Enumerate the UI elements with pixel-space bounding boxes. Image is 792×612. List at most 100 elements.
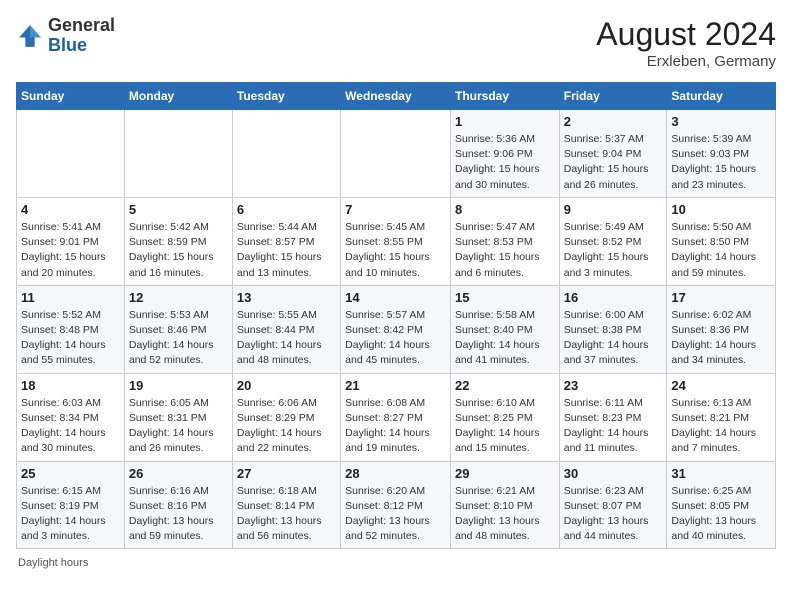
day-number: 3	[671, 114, 771, 129]
title-block: August 2024 Erxleben, Germany	[596, 16, 776, 70]
day-cell: 10 Sunrise: 5:50 AM Sunset: 8:50 PM Dayli…	[667, 197, 776, 285]
day-cell: 26 Sunrise: 6:16 AM Sunset: 8:16 PM Dayli…	[124, 461, 232, 549]
day-cell: 16 Sunrise: 6:00 AM Sunset: 8:38 PM Dayli…	[559, 285, 667, 373]
day-cell: 28Sunrise: 6:20 AM Sunset: 8:12 PM Dayli…	[341, 461, 451, 549]
day-cell: 3 Sunrise: 5:39 AM Sunset: 9:03 PM Daylig…	[667, 110, 776, 198]
col-header-saturday: Saturday	[667, 83, 776, 110]
logo-text: General Blue	[48, 16, 115, 56]
day-info: Sunrise: 6:23 AM Sunset: 8:07 PM Dayligh…	[564, 484, 663, 545]
page-header: General Blue August 2024 Erxleben, Germa…	[16, 16, 776, 70]
day-number: 14	[345, 290, 446, 305]
day-info: Sunrise: 5:36 AM Sunset: 9:06 PM Dayligh…	[455, 132, 555, 193]
day-number: 1	[455, 114, 555, 129]
month-year: August 2024	[596, 16, 776, 53]
day-cell: 21Sunrise: 6:08 AM Sunset: 8:27 PM Dayli…	[341, 373, 451, 461]
week-row-2: 4 Sunrise: 5:41 AM Sunset: 9:01 PM Daylig…	[17, 197, 776, 285]
day-cell: 15Sunrise: 5:58 AM Sunset: 8:40 PM Dayli…	[450, 285, 559, 373]
col-header-monday: Monday	[124, 83, 232, 110]
day-cell	[232, 110, 340, 198]
day-info: Sunrise: 6:00 AM Sunset: 8:38 PM Dayligh…	[564, 308, 663, 369]
day-info: Sunrise: 6:21 AM Sunset: 8:10 PM Dayligh…	[455, 484, 555, 545]
header-row: SundayMondayTuesdayWednesdayThursdayFrid…	[17, 83, 776, 110]
day-cell: 6 Sunrise: 5:44 AM Sunset: 8:57 PM Daylig…	[232, 197, 340, 285]
day-number: 28	[345, 466, 446, 481]
day-info: Sunrise: 5:50 AM Sunset: 8:50 PM Dayligh…	[671, 220, 771, 281]
logo-icon	[16, 22, 44, 50]
day-number: 8	[455, 202, 555, 217]
day-cell: 18 Sunrise: 6:03 AM Sunset: 8:34 PM Dayli…	[17, 373, 125, 461]
day-info: Sunrise: 5:39 AM Sunset: 9:03 PM Dayligh…	[671, 132, 771, 193]
day-number: 30	[564, 466, 663, 481]
day-cell: 30 Sunrise: 6:23 AM Sunset: 8:07 PM Dayli…	[559, 461, 667, 549]
col-header-thursday: Thursday	[450, 83, 559, 110]
day-cell: 7Sunrise: 5:45 AM Sunset: 8:55 PM Daylig…	[341, 197, 451, 285]
footer-note: Daylight hours	[16, 557, 776, 569]
day-number: 25	[21, 466, 120, 481]
day-info: Sunrise: 5:42 AM Sunset: 8:59 PM Dayligh…	[129, 220, 228, 281]
day-info: Sunrise: 5:53 AM Sunset: 8:46 PM Dayligh…	[129, 308, 228, 369]
day-number: 29	[455, 466, 555, 481]
week-row-4: 18 Sunrise: 6:03 AM Sunset: 8:34 PM Dayli…	[17, 373, 776, 461]
day-number: 13	[237, 290, 336, 305]
day-cell: 17 Sunrise: 6:02 AM Sunset: 8:36 PM Dayli…	[667, 285, 776, 373]
day-number: 2	[564, 114, 663, 129]
day-cell	[124, 110, 232, 198]
week-row-5: 25 Sunrise: 6:15 AM Sunset: 8:19 PM Dayli…	[17, 461, 776, 549]
day-number: 4	[21, 202, 120, 217]
col-header-sunday: Sunday	[17, 83, 125, 110]
day-info: Sunrise: 6:11 AM Sunset: 8:23 PM Dayligh…	[564, 396, 663, 457]
day-info: Sunrise: 6:15 AM Sunset: 8:19 PM Dayligh…	[21, 484, 120, 545]
day-number: 9	[564, 202, 663, 217]
day-number: 12	[129, 290, 228, 305]
week-row-1: 1 Sunrise: 5:36 AM Sunset: 9:06 PM Daylig…	[17, 110, 776, 198]
day-info: Sunrise: 6:03 AM Sunset: 8:34 PM Dayligh…	[21, 396, 120, 457]
col-header-tuesday: Tuesday	[232, 83, 340, 110]
day-info: Sunrise: 6:18 AM Sunset: 8:14 PM Dayligh…	[237, 484, 336, 545]
day-info: Sunrise: 6:13 AM Sunset: 8:21 PM Dayligh…	[671, 396, 771, 457]
calendar-table: SundayMondayTuesdayWednesdayThursdayFrid…	[16, 82, 776, 549]
day-cell: 2 Sunrise: 5:37 AM Sunset: 9:04 PM Daylig…	[559, 110, 667, 198]
day-info: Sunrise: 6:16 AM Sunset: 8:16 PM Dayligh…	[129, 484, 228, 545]
day-number: 17	[671, 290, 771, 305]
day-cell: 13 Sunrise: 5:55 AM Sunset: 8:44 PM Dayli…	[232, 285, 340, 373]
day-number: 24	[671, 378, 771, 393]
day-cell: 25 Sunrise: 6:15 AM Sunset: 8:19 PM Dayli…	[17, 461, 125, 549]
day-cell: 9Sunrise: 5:49 AM Sunset: 8:52 PM Daylig…	[559, 197, 667, 285]
day-info: Sunrise: 5:41 AM Sunset: 9:01 PM Dayligh…	[21, 220, 120, 281]
day-number: 27	[237, 466, 336, 481]
day-info: Sunrise: 6:08 AM Sunset: 8:27 PM Dayligh…	[345, 396, 446, 457]
day-number: 22	[455, 378, 555, 393]
day-cell: 20Sunrise: 6:06 AM Sunset: 8:29 PM Dayli…	[232, 373, 340, 461]
col-header-friday: Friday	[559, 83, 667, 110]
day-info: Sunrise: 6:10 AM Sunset: 8:25 PM Dayligh…	[455, 396, 555, 457]
day-cell: 14Sunrise: 5:57 AM Sunset: 8:42 PM Dayli…	[341, 285, 451, 373]
day-cell	[17, 110, 125, 198]
day-cell: 12 Sunrise: 5:53 AM Sunset: 8:46 PM Dayli…	[124, 285, 232, 373]
day-cell: 27 Sunrise: 6:18 AM Sunset: 8:14 PM Dayli…	[232, 461, 340, 549]
day-number: 18	[21, 378, 120, 393]
day-number: 19	[129, 378, 228, 393]
day-number: 7	[345, 202, 446, 217]
day-number: 23	[564, 378, 663, 393]
day-number: 10	[671, 202, 771, 217]
day-info: Sunrise: 5:52 AM Sunset: 8:48 PM Dayligh…	[21, 308, 120, 369]
day-cell	[341, 110, 451, 198]
day-info: Sunrise: 6:02 AM Sunset: 8:36 PM Dayligh…	[671, 308, 771, 369]
day-cell: 29 Sunrise: 6:21 AM Sunset: 8:10 PM Dayli…	[450, 461, 559, 549]
day-number: 6	[237, 202, 336, 217]
day-number: 31	[671, 466, 771, 481]
day-info: Sunrise: 5:55 AM Sunset: 8:44 PM Dayligh…	[237, 308, 336, 369]
day-info: Sunrise: 6:05 AM Sunset: 8:31 PM Dayligh…	[129, 396, 228, 457]
day-info: Sunrise: 5:44 AM Sunset: 8:57 PM Dayligh…	[237, 220, 336, 281]
day-number: 15	[455, 290, 555, 305]
day-cell: 23 Sunrise: 6:11 AM Sunset: 8:23 PM Dayli…	[559, 373, 667, 461]
week-row-3: 11Sunrise: 5:52 AM Sunset: 8:48 PM Dayli…	[17, 285, 776, 373]
day-info: Sunrise: 5:37 AM Sunset: 9:04 PM Dayligh…	[564, 132, 663, 193]
day-cell: 31Sunrise: 6:25 AM Sunset: 8:05 PM Dayli…	[667, 461, 776, 549]
day-cell: 22 Sunrise: 6:10 AM Sunset: 8:25 PM Dayli…	[450, 373, 559, 461]
day-cell: 1 Sunrise: 5:36 AM Sunset: 9:06 PM Daylig…	[450, 110, 559, 198]
day-number: 26	[129, 466, 228, 481]
day-number: 16	[564, 290, 663, 305]
day-cell: 24 Sunrise: 6:13 AM Sunset: 8:21 PM Dayli…	[667, 373, 776, 461]
day-info: Sunrise: 5:47 AM Sunset: 8:53 PM Dayligh…	[455, 220, 555, 281]
